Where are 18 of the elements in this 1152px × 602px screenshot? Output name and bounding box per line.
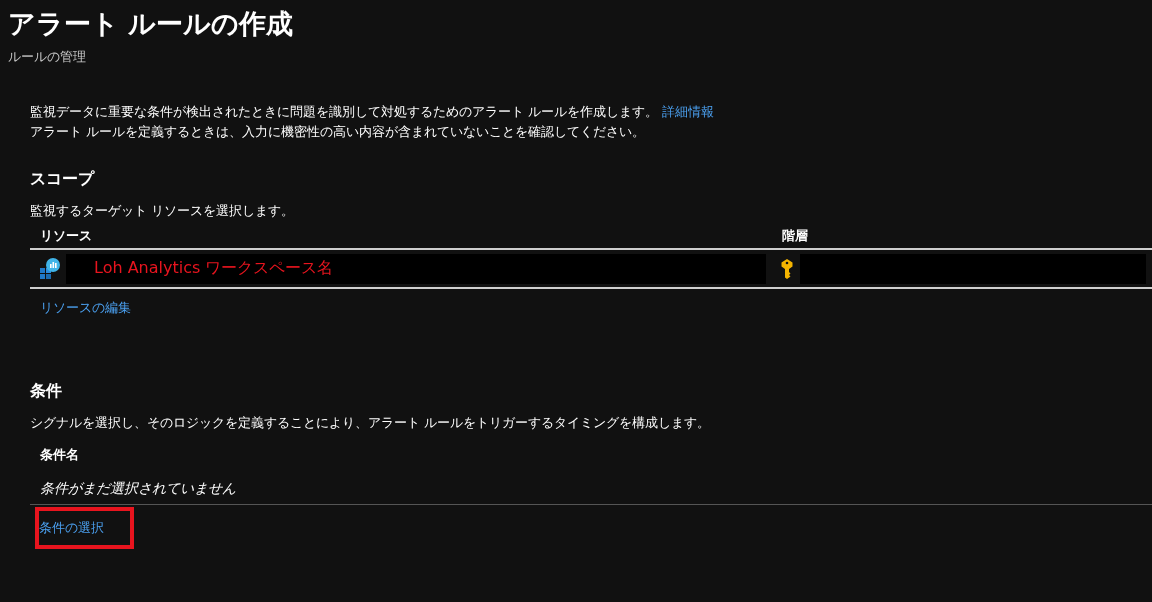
intro-text: 監視データに重要な条件が検出されたときに問題を識別して対処するためのアラート ルールを作成します。 <box>30 104 659 119</box>
page-title: アラート ルールの作成 <box>8 7 295 41</box>
column-header: 条件名 <box>40 446 80 464</box>
column-header: 階層 <box>781 227 809 245</box>
edit-resources-link[interactable]: リソースの編集 <box>40 299 131 317</box>
page-subtitle: ルールの管理 <box>8 48 87 66</box>
section-heading: スコープ <box>30 168 96 190</box>
learn-more-link[interactable]: 詳細情報 <box>662 104 715 119</box>
intro-note: アラート ルールを定義するときは、入力に機密性の高い内容が含まれていないことを確認してください。 <box>30 123 647 141</box>
section-description: 監視するターゲット リソースを選択します。 <box>30 202 296 220</box>
section-heading: 条件 <box>30 380 63 402</box>
section-description: シグナルを選択し、そのロジックを定義することにより、アラート ルールをトリガーするタイミングを構成します。 <box>30 414 712 432</box>
workspace-icon <box>38 257 60 280</box>
key-icon <box>780 257 794 280</box>
resource-name: Loh Analytics ワークスペース名 <box>93 258 334 279</box>
select-condition-link[interactable]: 条件の選択 <box>35 507 134 549</box>
empty-message: 条件がまだ選択されていません <box>40 479 237 498</box>
column-header: リソース <box>39 227 93 245</box>
